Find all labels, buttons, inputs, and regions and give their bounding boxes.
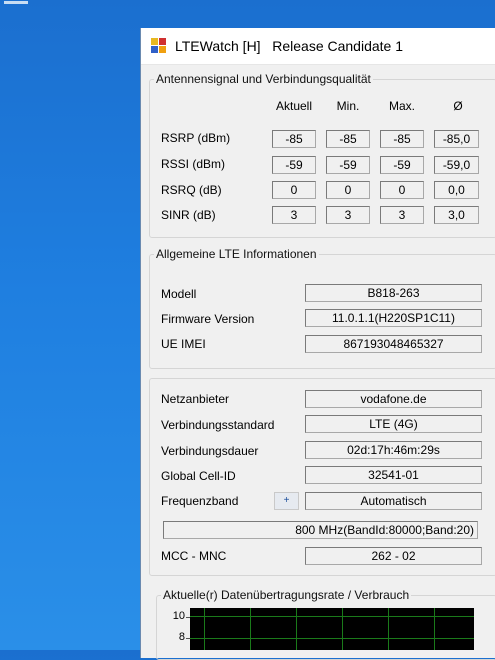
rsrq-label: RSRQ (dB) [161,183,222,197]
standard-label: Verbindungsstandard [161,418,275,432]
rsrp-avg: -85,0 [434,130,479,148]
chart-gridline [434,608,435,650]
mcc-mnc-label: MCC - MNC [161,549,227,563]
chart-gridline [204,608,205,650]
rssi-min: -59 [326,156,370,174]
lte-info-legend: Allgemeine LTE Informationen [156,247,317,261]
rssi-label: RSSI (dBm) [161,157,226,171]
signal-group-legend: Antennensignal und Verbindungsqualität [156,72,371,86]
sinr-avg: 3,0 [434,206,479,224]
provider-value: vodafone.de [305,390,482,408]
cellid-label: Global Cell-ID [161,469,236,483]
window-title: LTEWatch [H] Release Candidate 1 [175,38,403,54]
rsrq-avg: 0,0 [434,181,479,199]
rsrq-min: 0 [326,181,370,199]
rssi-max: -59 [380,156,424,174]
chart-gridline [296,608,297,650]
rsrp-max: -85 [380,130,424,148]
data-rate-legend: Aktuelle(r) Datenübertragungsrate / Verb… [163,588,410,602]
title-bar[interactable]: LTEWatch [H] Release Candidate 1 [141,28,495,65]
model-label: Modell [161,287,197,301]
imei-value: 867193048465327 [305,335,482,353]
band-mode-value: Automatisch [305,492,482,510]
col-header-current: Aktuell [275,99,313,113]
col-header-avg: Ø [453,99,463,113]
rssi-current: -59 [272,156,316,174]
app-icon [151,38,167,54]
band-label: Frequenzband [161,494,239,508]
chart-gridline [342,608,343,650]
rsrq-current: 0 [272,181,316,199]
y-axis-label-10: 10 [172,610,185,622]
standard-value: LTE (4G) [305,415,482,433]
rssi-avg: -59,0 [434,156,479,174]
band-detail-value: 800 MHz(BandId:80000;Band:20) [163,521,478,539]
mcc-mnc-value: 262 - 02 [305,547,482,565]
data-rate-chart [190,608,474,650]
rsrp-label: RSRP (dBm) [161,131,231,145]
sinr-label: SINR (dB) [161,208,216,222]
sinr-min: 3 [326,206,370,224]
sinr-current: 3 [272,206,316,224]
duration-value: 02d:17h:46m:29s [305,441,482,459]
firmware-value: 11.0.1.1(H220SP1C11) [305,309,482,327]
chart-gridline [190,616,474,617]
y-axis-label-8: 8 [178,631,185,643]
col-header-min: Min. [336,99,360,113]
rsrp-min: -85 [326,130,370,148]
imei-label: UE IMEI [161,337,206,351]
provider-label: Netzanbieter [161,392,230,406]
desktop-icon-fragment [0,0,48,6]
sinr-max: 3 [380,206,424,224]
duration-label: Verbindungsdauer [161,444,259,458]
col-header-max: Max. [388,99,415,113]
rsrq-max: 0 [380,181,424,199]
cellid-value: 32541-01 [305,466,482,484]
chart-gridline [190,638,474,639]
chart-gridline [250,608,251,650]
chart-gridline [388,608,389,650]
rsrp-current: -85 [272,130,316,148]
band-expand-button[interactable]: + [274,492,299,510]
model-value: B818-263 [305,284,482,302]
firmware-label: Firmware Version [161,312,255,326]
